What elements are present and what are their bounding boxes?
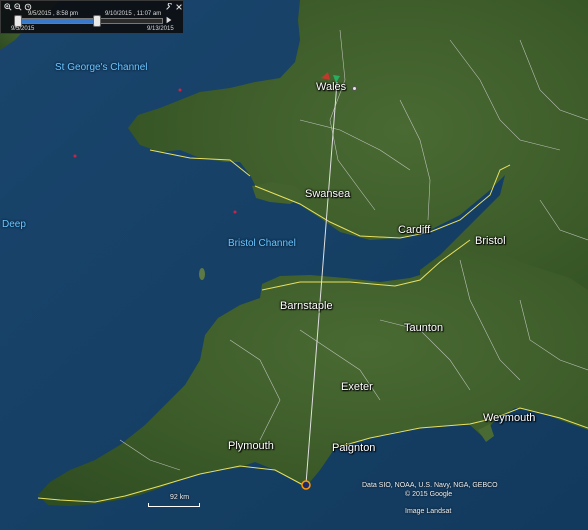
clock-settings-icon[interactable] [24, 3, 32, 11]
time-slider-fill [16, 19, 97, 23]
zoom-out-icon[interactable] [14, 3, 22, 11]
satellite-map[interactable] [0, 0, 588, 530]
slider-start-time: 9/5/2015 , 8:58 pm [28, 11, 79, 17]
scale-label: 92 km [170, 494, 190, 501]
place-label-paignton[interactable]: Paignton [332, 442, 375, 454]
time-slider-end-thumb[interactable] [93, 15, 102, 27]
place-label-taunton[interactable]: Taunton [404, 322, 443, 334]
range-end-date: 9/13/2015 [147, 26, 174, 32]
close-icon[interactable] [175, 3, 183, 11]
time-slider-panel[interactable]: 9/5/2015 , 8:58 pm 9/10/2015 , 11:07 am … [0, 0, 184, 34]
sea-marker [73, 154, 77, 158]
place-label-swansea[interactable]: Swansea [305, 188, 350, 200]
wales-marker [352, 86, 357, 91]
place-label-exeter[interactable]: Exeter [341, 381, 373, 393]
time-slider-track[interactable] [14, 15, 163, 27]
place-label-bristol[interactable]: Bristol [475, 235, 506, 247]
attribution-copyright: © 2015 Google [405, 491, 453, 498]
attribution-image: Image Landsat [405, 508, 452, 515]
lundy-island [199, 268, 205, 280]
place-label-barnstaple[interactable]: Barnstaple [280, 300, 333, 312]
zoom-in-icon[interactable] [4, 3, 12, 11]
play-icon[interactable] [165, 16, 173, 24]
sea-marker [233, 210, 237, 214]
map-view[interactable]: Wales St George's Channel Swansea Cardif… [0, 0, 588, 530]
wrench-icon[interactable] [165, 3, 173, 11]
water-label-bristol-channel[interactable]: Bristol Channel [228, 238, 296, 249]
place-label-wales[interactable]: Wales [316, 81, 346, 93]
range-start-date: 9/5/2015 [11, 26, 35, 32]
track-end-marker[interactable] [301, 480, 311, 490]
place-label-cardiff[interactable]: Cardiff [398, 224, 430, 236]
attribution-data: Data SIO, NOAA, U.S. Navy, NGA, GEBCO [362, 482, 498, 489]
water-label-st-georges-channel[interactable]: St George's Channel [55, 62, 148, 73]
water-label-deep[interactable]: Deep [2, 219, 26, 230]
slider-end-time: 9/10/2015 , 11:07 am [105, 11, 162, 17]
scale-bar [148, 503, 200, 507]
place-label-weymouth[interactable]: Weymouth [483, 412, 535, 424]
sea-marker [178, 88, 182, 92]
place-label-plymouth[interactable]: Plymouth [228, 440, 274, 452]
